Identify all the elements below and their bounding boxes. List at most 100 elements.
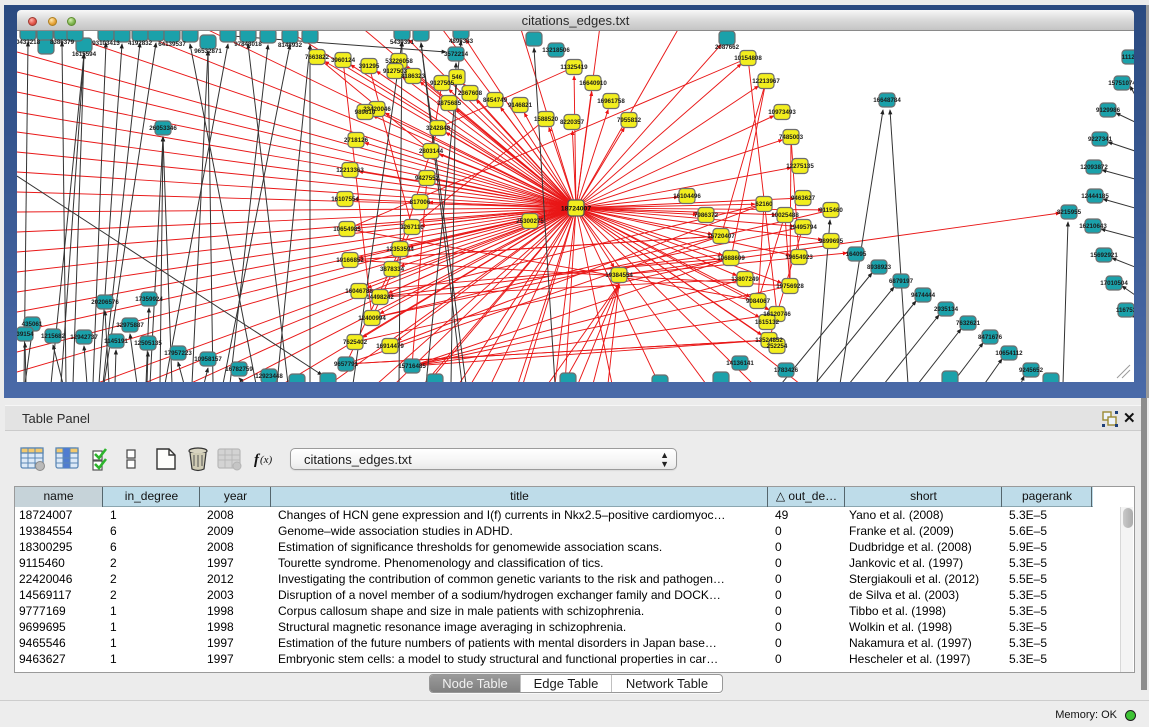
- svg-text:62160: 62160: [755, 201, 773, 208]
- svg-text:8215955: 8215955: [1057, 209, 1082, 216]
- svg-text:10025488: 10025488: [771, 212, 799, 219]
- svg-text:12275135: 12275135: [786, 163, 814, 170]
- svg-text:19495794: 19495794: [789, 224, 817, 231]
- svg-text:4896383: 4896383: [449, 38, 474, 45]
- svg-text:12923448: 12923448: [255, 373, 283, 380]
- svg-text:16648784: 16648784: [873, 97, 901, 104]
- svg-text:9899695: 9899695: [819, 238, 844, 245]
- svg-text:1783426: 1783426: [774, 367, 799, 374]
- svg-text:116753: 116753: [1116, 307, 1134, 314]
- svg-text:1145191: 1145191: [104, 338, 128, 345]
- svg-text:9127505: 9127505: [430, 80, 455, 87]
- svg-text:7485003: 7485003: [779, 134, 804, 141]
- svg-text:546: 546: [452, 74, 463, 81]
- svg-text:3267110: 3267110: [400, 224, 424, 231]
- svg-text:9129986: 9129986: [1096, 107, 1121, 114]
- svg-text:817006: 817006: [410, 199, 431, 206]
- svg-text:19756928: 19756928: [776, 283, 804, 290]
- svg-text:17957223: 17957223: [164, 350, 192, 357]
- svg-text:18724007: 18724007: [561, 206, 591, 213]
- svg-text:0433218: 0433218: [17, 39, 41, 46]
- svg-text:10958157: 10958157: [194, 356, 222, 363]
- svg-text:16640910: 16640910: [579, 80, 607, 87]
- svg-text:(x): (x): [260, 454, 273, 466]
- svg-text:8471676: 8471676: [978, 334, 1003, 341]
- svg-text:13807249: 13807249: [731, 276, 759, 283]
- svg-text:9657791: 9657791: [334, 361, 359, 368]
- svg-text:12093872: 12093872: [1080, 164, 1108, 171]
- svg-text:1615594: 1615594: [72, 51, 97, 58]
- svg-text:3878334: 3878334: [380, 266, 405, 273]
- svg-text:16210643: 16210643: [1079, 223, 1107, 230]
- svg-text:12400994: 12400994: [358, 315, 386, 322]
- svg-text:8938923: 8938923: [867, 264, 892, 271]
- svg-text:32975887: 32975887: [116, 322, 144, 329]
- svg-text:12353594: 12353594: [386, 246, 414, 253]
- svg-text:14136141: 14136141: [726, 360, 754, 367]
- svg-text:7955812: 7955812: [617, 117, 642, 124]
- svg-text:17010504: 17010504: [1100, 280, 1128, 287]
- svg-text:2367608: 2367608: [458, 90, 483, 97]
- svg-text:1588520: 1588520: [534, 116, 559, 123]
- svg-text:1615132: 1615132: [755, 319, 780, 326]
- svg-text:9227341: 9227341: [1088, 136, 1113, 143]
- svg-text:9115460: 9115460: [819, 207, 843, 214]
- svg-text:16104496: 16104496: [673, 193, 701, 200]
- svg-text:8186323: 8186323: [401, 73, 426, 80]
- svg-text:16107554: 16107554: [331, 196, 359, 203]
- svg-text:19384554: 19384554: [605, 272, 633, 279]
- svg-text:8220357: 8220357: [560, 119, 585, 126]
- svg-text:10973493: 10973493: [768, 109, 796, 116]
- svg-text:7663822: 7663822: [305, 54, 330, 61]
- svg-text:10154808: 10154808: [734, 55, 762, 62]
- svg-text:53226058: 53226058: [385, 58, 413, 65]
- svg-text:15692921: 15692921: [1090, 252, 1118, 259]
- svg-text:39154: 39154: [17, 331, 34, 338]
- svg-text:25300275: 25300275: [516, 218, 544, 225]
- svg-text:15716485: 15716485: [398, 363, 426, 370]
- svg-text:3242848: 3242848: [426, 125, 451, 132]
- svg-text:64139537: 64139537: [158, 41, 186, 48]
- svg-text:1215682: 1215682: [41, 333, 66, 340]
- svg-text:11123: 11123: [1122, 54, 1134, 61]
- svg-text:96532871: 96532871: [194, 48, 222, 55]
- svg-text:252254: 252254: [767, 343, 788, 350]
- svg-text:19654923: 19654923: [785, 254, 813, 261]
- svg-text:13218506: 13218506: [542, 47, 570, 54]
- svg-text:17359924: 17359924: [135, 296, 163, 303]
- svg-text:7625402: 7625402: [343, 339, 368, 346]
- svg-text:3572214: 3572214: [444, 51, 469, 58]
- svg-text:3875685: 3875685: [437, 100, 462, 107]
- svg-text:9427552: 9427552: [415, 175, 440, 182]
- svg-text:9146821: 9146821: [508, 102, 533, 109]
- svg-text:2718126: 2718126: [344, 137, 369, 144]
- svg-text:8386379: 8386379: [50, 39, 75, 46]
- svg-text:10688609: 10688609: [717, 255, 745, 262]
- svg-text:9474444: 9474444: [911, 292, 936, 299]
- svg-text:10654985: 10654985: [333, 226, 361, 233]
- svg-text:7632621: 7632621: [956, 320, 981, 327]
- svg-text:435061: 435061: [22, 321, 43, 328]
- svg-text:9084067: 9084067: [746, 298, 771, 305]
- svg-text:26053346: 26053346: [149, 125, 177, 132]
- svg-text:15751074: 15751074: [1108, 80, 1134, 87]
- svg-text:97848018: 97848018: [234, 41, 262, 48]
- svg-text:6879197: 6879197: [889, 278, 914, 285]
- svg-text:16914479: 16914479: [376, 343, 404, 350]
- svg-text:16961758: 16961758: [597, 98, 625, 105]
- svg-text:20206576: 20206576: [91, 299, 119, 306]
- svg-text:16120746: 16120746: [763, 311, 791, 318]
- svg-text:11325419: 11325419: [560, 64, 588, 71]
- svg-text:19166852: 19166852: [336, 257, 364, 264]
- svg-text:2087662: 2087662: [715, 44, 740, 51]
- svg-text:164095: 164095: [846, 251, 867, 258]
- svg-text:9245652: 9245652: [1019, 367, 1044, 374]
- svg-text:9463627: 9463627: [791, 195, 816, 202]
- svg-text:12942737: 12942737: [70, 334, 98, 341]
- svg-text:3960124: 3960124: [331, 57, 356, 64]
- svg-text:12213363: 12213363: [336, 167, 364, 174]
- svg-text:5430391: 5430391: [390, 39, 415, 46]
- svg-text:10654112: 10654112: [995, 350, 1023, 357]
- svg-text:989610: 989610: [355, 109, 376, 116]
- svg-text:14498242: 14498242: [366, 294, 394, 301]
